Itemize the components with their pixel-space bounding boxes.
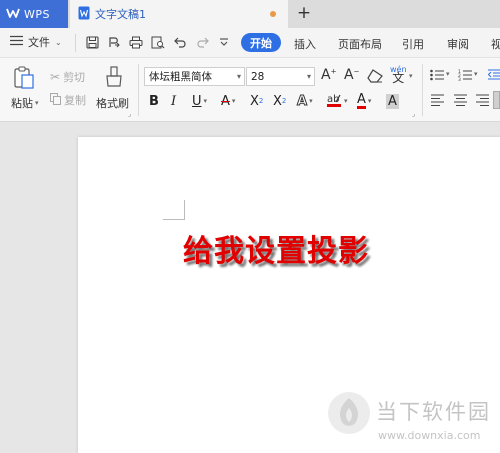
chevron-down-icon: ▾ bbox=[367, 97, 372, 105]
unsaved-indicator bbox=[270, 11, 276, 17]
grow-font-button[interactable]: A+ bbox=[321, 67, 336, 83]
export-pdf-icon[interactable] bbox=[106, 34, 122, 50]
save-icon[interactable] bbox=[84, 34, 100, 50]
wps-logo-icon bbox=[6, 7, 20, 22]
chevron-down-icon: ▾ bbox=[203, 97, 208, 105]
outdent-icon[interactable] bbox=[487, 69, 500, 84]
clear-format-icon[interactable] bbox=[367, 69, 383, 86]
font-color-button[interactable]: A ▾ bbox=[357, 92, 371, 110]
ribbon-divider bbox=[422, 64, 423, 116]
font-name-value: 体坛粗黑简体 bbox=[149, 71, 212, 83]
watermark-name: 当下软件园 bbox=[376, 400, 491, 424]
paste-label: 粘贴 bbox=[11, 97, 33, 110]
menu-divider bbox=[75, 34, 76, 52]
margin-corner-mark bbox=[163, 200, 185, 220]
chevron-down-icon[interactable]: ▾ bbox=[446, 70, 450, 78]
numbered-list-icon[interactable]: 123 bbox=[458, 69, 472, 84]
file-menu-label: 文件 bbox=[28, 36, 50, 49]
tab-insert[interactable]: 插入 bbox=[294, 36, 316, 52]
strikethrough-label: A bbox=[221, 93, 230, 109]
ribbon: 粘贴 ▾ ✂ 剪切 复制 格式刷 ⌟ 体坛粗黑简体 ▾ 28 ▾ A+ A− wé… bbox=[0, 58, 500, 122]
bullet-list-icon[interactable] bbox=[430, 69, 444, 84]
pinyin-char: 文 bbox=[392, 71, 405, 85]
cut-label: 剪切 bbox=[63, 71, 86, 84]
undo-icon[interactable] bbox=[172, 34, 188, 50]
wps-tab-label: WPS bbox=[24, 7, 50, 21]
subscript-base: X bbox=[273, 93, 282, 109]
chevron-down-icon: ▾ bbox=[344, 97, 348, 105]
character-shading-button[interactable]: A bbox=[386, 92, 399, 110]
title-bar: WPS 文字文稿1 + bbox=[0, 0, 500, 28]
text-effect-label: A bbox=[296, 93, 308, 109]
copy-label: 复制 bbox=[64, 94, 86, 107]
grow-font-label: A bbox=[321, 67, 331, 83]
align-center-icon[interactable] bbox=[454, 94, 467, 109]
print-preview-icon[interactable] bbox=[150, 34, 166, 50]
clipboard-launcher-icon[interactable]: ⌟ bbox=[128, 110, 131, 118]
bold-button[interactable]: B bbox=[149, 92, 159, 110]
format-painter-label[interactable]: 格式刷 bbox=[96, 95, 129, 111]
chevron-down-icon[interactable]: ▾ bbox=[409, 72, 413, 80]
underline-label: U bbox=[192, 93, 202, 109]
svg-text:3: 3 bbox=[458, 77, 461, 81]
customize-quick-access-icon[interactable] bbox=[216, 34, 232, 50]
writer-doc-icon bbox=[78, 6, 90, 23]
document-tab-label: 文字文稿1 bbox=[95, 8, 146, 21]
subscript-exp: 2 bbox=[281, 97, 287, 105]
font-launcher-icon[interactable]: ⌟ bbox=[412, 110, 415, 118]
align-left-icon[interactable] bbox=[431, 94, 444, 109]
italic-button[interactable]: I bbox=[171, 92, 176, 110]
new-tab-button[interactable]: + bbox=[294, 3, 314, 23]
chevron-down-icon: ▾ bbox=[306, 72, 311, 81]
watermark-url: www.downxia.com bbox=[378, 429, 481, 442]
tab-home[interactable]: 开始 bbox=[241, 33, 281, 52]
document-heading[interactable]: 给我设置投影 bbox=[183, 226, 369, 270]
chevron-down-icon[interactable]: ▾ bbox=[474, 70, 478, 78]
tab-view[interactable]: 视 bbox=[491, 36, 500, 52]
format-painter-icon[interactable] bbox=[104, 66, 124, 91]
superscript-button[interactable]: X2 bbox=[250, 92, 263, 110]
font-size-value: 28 bbox=[251, 70, 265, 83]
phonetic-guide-button[interactable]: wén 文 bbox=[390, 65, 407, 85]
font-name-select[interactable]: 体坛粗黑简体 ▾ bbox=[144, 67, 245, 86]
wps-home-tab[interactable]: WPS bbox=[0, 0, 68, 28]
shrink-font-label: A bbox=[344, 67, 354, 83]
scissors-icon: ✂ bbox=[50, 70, 61, 84]
chevron-down-icon: ▾ bbox=[309, 97, 313, 105]
justify-icon[interactable] bbox=[493, 91, 500, 109]
tab-page-layout[interactable]: 页面布局 bbox=[338, 36, 382, 52]
shrink-font-button[interactable]: A− bbox=[344, 67, 359, 83]
font-color-label: A bbox=[357, 92, 366, 109]
copy-icon bbox=[50, 92, 61, 108]
copy-button[interactable]: 复制 bbox=[50, 92, 86, 108]
underline-button[interactable]: U ▾ bbox=[192, 92, 207, 110]
redo-icon[interactable] bbox=[194, 34, 210, 50]
align-right-icon[interactable] bbox=[476, 94, 489, 109]
print-icon[interactable] bbox=[128, 34, 144, 50]
hamburger-icon bbox=[10, 35, 23, 49]
chevron-down-icon: ▾ bbox=[35, 99, 39, 107]
chevron-down-icon: ▾ bbox=[231, 97, 236, 105]
character-shading-label: A bbox=[386, 93, 399, 109]
menu-bar: 文件 ⌄ 开始 插入 页面布局 引用 审阅 视 bbox=[0, 28, 500, 58]
file-menu[interactable]: 文件 ⌄ bbox=[10, 34, 62, 50]
font-size-select[interactable]: 28 ▾ bbox=[246, 67, 315, 86]
chevron-down-icon: ▾ bbox=[236, 72, 241, 81]
ribbon-divider bbox=[138, 64, 139, 116]
subscript-button[interactable]: X2 bbox=[273, 92, 286, 110]
superscript-base: X bbox=[250, 93, 259, 109]
paste-button[interactable]: 粘贴 ▾ bbox=[11, 95, 39, 111]
superscript-exp: 2 bbox=[258, 97, 264, 105]
highlight-button[interactable]: ab ▾ bbox=[326, 92, 348, 110]
strikethrough-button[interactable]: A ▾ bbox=[221, 92, 235, 110]
text-effect-button[interactable]: A ▾ bbox=[296, 92, 313, 110]
highlighter-icon: ab bbox=[326, 92, 342, 111]
tab-references[interactable]: 引用 bbox=[402, 36, 424, 52]
paste-icon[interactable] bbox=[13, 66, 35, 93]
document-tab[interactable]: 文字文稿1 bbox=[70, 0, 288, 28]
chevron-down-icon: ⌄ bbox=[55, 37, 62, 47]
watermark-logo-icon bbox=[328, 392, 370, 434]
tab-review[interactable]: 审阅 bbox=[447, 36, 469, 52]
cut-button[interactable]: ✂ 剪切 bbox=[50, 69, 85, 85]
